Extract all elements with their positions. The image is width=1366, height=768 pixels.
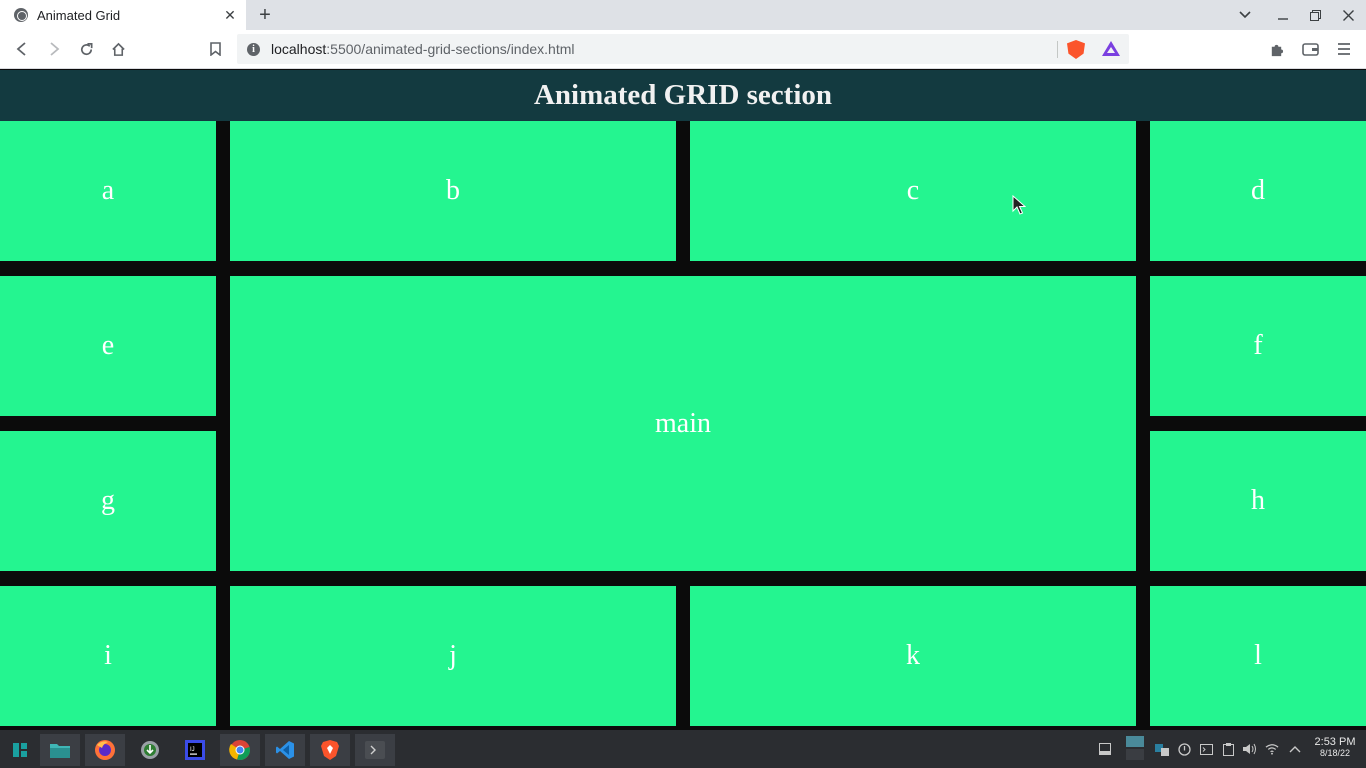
grid-section-main[interactable]: main bbox=[230, 276, 1136, 571]
close-window-icon[interactable] bbox=[1338, 5, 1358, 25]
app-menu-icon[interactable] bbox=[0, 734, 40, 766]
web-page: Animated GRID section a b c d e main f g… bbox=[0, 70, 1366, 730]
grid-section-i[interactable]: i bbox=[0, 586, 216, 726]
restore-icon[interactable] bbox=[1305, 5, 1325, 25]
new-tab-button[interactable]: + bbox=[254, 4, 276, 26]
tab-search-icon[interactable] bbox=[1235, 5, 1255, 25]
grid-section-c[interactable]: c bbox=[690, 121, 1136, 261]
svg-text:IJ: IJ bbox=[190, 747, 195, 753]
grid-section-g[interactable]: g bbox=[0, 431, 216, 571]
grid-section-h[interactable]: h bbox=[1150, 431, 1366, 571]
show-desktop-icon[interactable] bbox=[1098, 742, 1112, 756]
wallet-icon[interactable] bbox=[1299, 38, 1321, 60]
grid-section-f[interactable]: f bbox=[1150, 276, 1366, 416]
wifi-icon[interactable] bbox=[1265, 742, 1279, 756]
browser-toolbar: i localhost:5500/animated-grid-sections/… bbox=[0, 30, 1366, 69]
page-header: Animated GRID section bbox=[0, 70, 1366, 121]
grid-section-a[interactable]: a bbox=[0, 121, 216, 261]
close-tab-icon[interactable]: ✕ bbox=[222, 7, 238, 23]
vscode-icon[interactable] bbox=[265, 734, 305, 766]
terminal-tray-icon[interactable] bbox=[1199, 742, 1213, 756]
clock-time: 2:53 PM bbox=[1314, 736, 1356, 748]
site-info-icon[interactable]: i bbox=[247, 42, 260, 56]
home-icon[interactable] bbox=[107, 38, 129, 60]
grid-section-l[interactable]: l bbox=[1150, 586, 1366, 726]
grid-section-b[interactable]: b bbox=[230, 121, 676, 261]
tray-expand-icon[interactable] bbox=[1288, 742, 1302, 756]
taskbar: IJ 2:53 PM 8/18/22 bbox=[0, 730, 1366, 768]
grid-section-k[interactable]: k bbox=[690, 586, 1136, 726]
address-bar[interactable]: i localhost:5500/animated-grid-sections/… bbox=[237, 34, 1129, 64]
grid-section-e[interactable]: e bbox=[0, 276, 216, 416]
mouse-cursor-icon bbox=[1012, 195, 1026, 215]
tab-strip: Animated Grid ✕ + bbox=[0, 0, 1366, 30]
extensions-icon[interactable] bbox=[1265, 38, 1287, 60]
grid-section-j[interactable]: j bbox=[230, 586, 676, 726]
intellij-icon[interactable]: IJ bbox=[175, 734, 215, 766]
terminal-icon[interactable] bbox=[355, 734, 395, 766]
tab-title: Animated Grid bbox=[37, 7, 121, 23]
bookmark-icon[interactable] bbox=[204, 38, 226, 60]
forward-icon[interactable] bbox=[43, 38, 65, 60]
clipboard-icon[interactable] bbox=[1221, 742, 1235, 756]
browser-tab[interactable]: Animated Grid ✕ bbox=[0, 0, 246, 30]
globe-icon bbox=[14, 8, 28, 22]
downloader-icon[interactable] bbox=[130, 734, 170, 766]
clock-date: 8/18/22 bbox=[1319, 748, 1351, 758]
address-bar-divider bbox=[1057, 41, 1058, 58]
volume-icon[interactable] bbox=[1243, 742, 1257, 756]
reload-icon[interactable] bbox=[75, 38, 97, 60]
network-manager-icon[interactable] bbox=[1155, 742, 1169, 756]
clock[interactable]: 2:53 PM 8/18/22 bbox=[1308, 737, 1362, 759]
firefox-icon[interactable] bbox=[85, 734, 125, 766]
menu-icon[interactable] bbox=[1333, 38, 1355, 60]
grid-section-d[interactable]: d bbox=[1150, 121, 1366, 261]
page-title: Animated GRID section bbox=[533, 79, 833, 111]
back-icon[interactable] bbox=[11, 38, 33, 60]
brave-rewards-icon[interactable] bbox=[1102, 41, 1120, 56]
brave-icon[interactable] bbox=[310, 734, 350, 766]
brave-shields-icon[interactable] bbox=[1067, 40, 1085, 59]
workspace-switcher-icon[interactable] bbox=[1125, 735, 1145, 761]
update-icon[interactable] bbox=[1177, 742, 1191, 756]
minimize-icon[interactable] bbox=[1273, 5, 1293, 25]
url-text: localhost:5500/animated-grid-sections/in… bbox=[271, 41, 575, 57]
chrome-icon[interactable] bbox=[220, 734, 260, 766]
files-icon[interactable] bbox=[40, 734, 80, 766]
